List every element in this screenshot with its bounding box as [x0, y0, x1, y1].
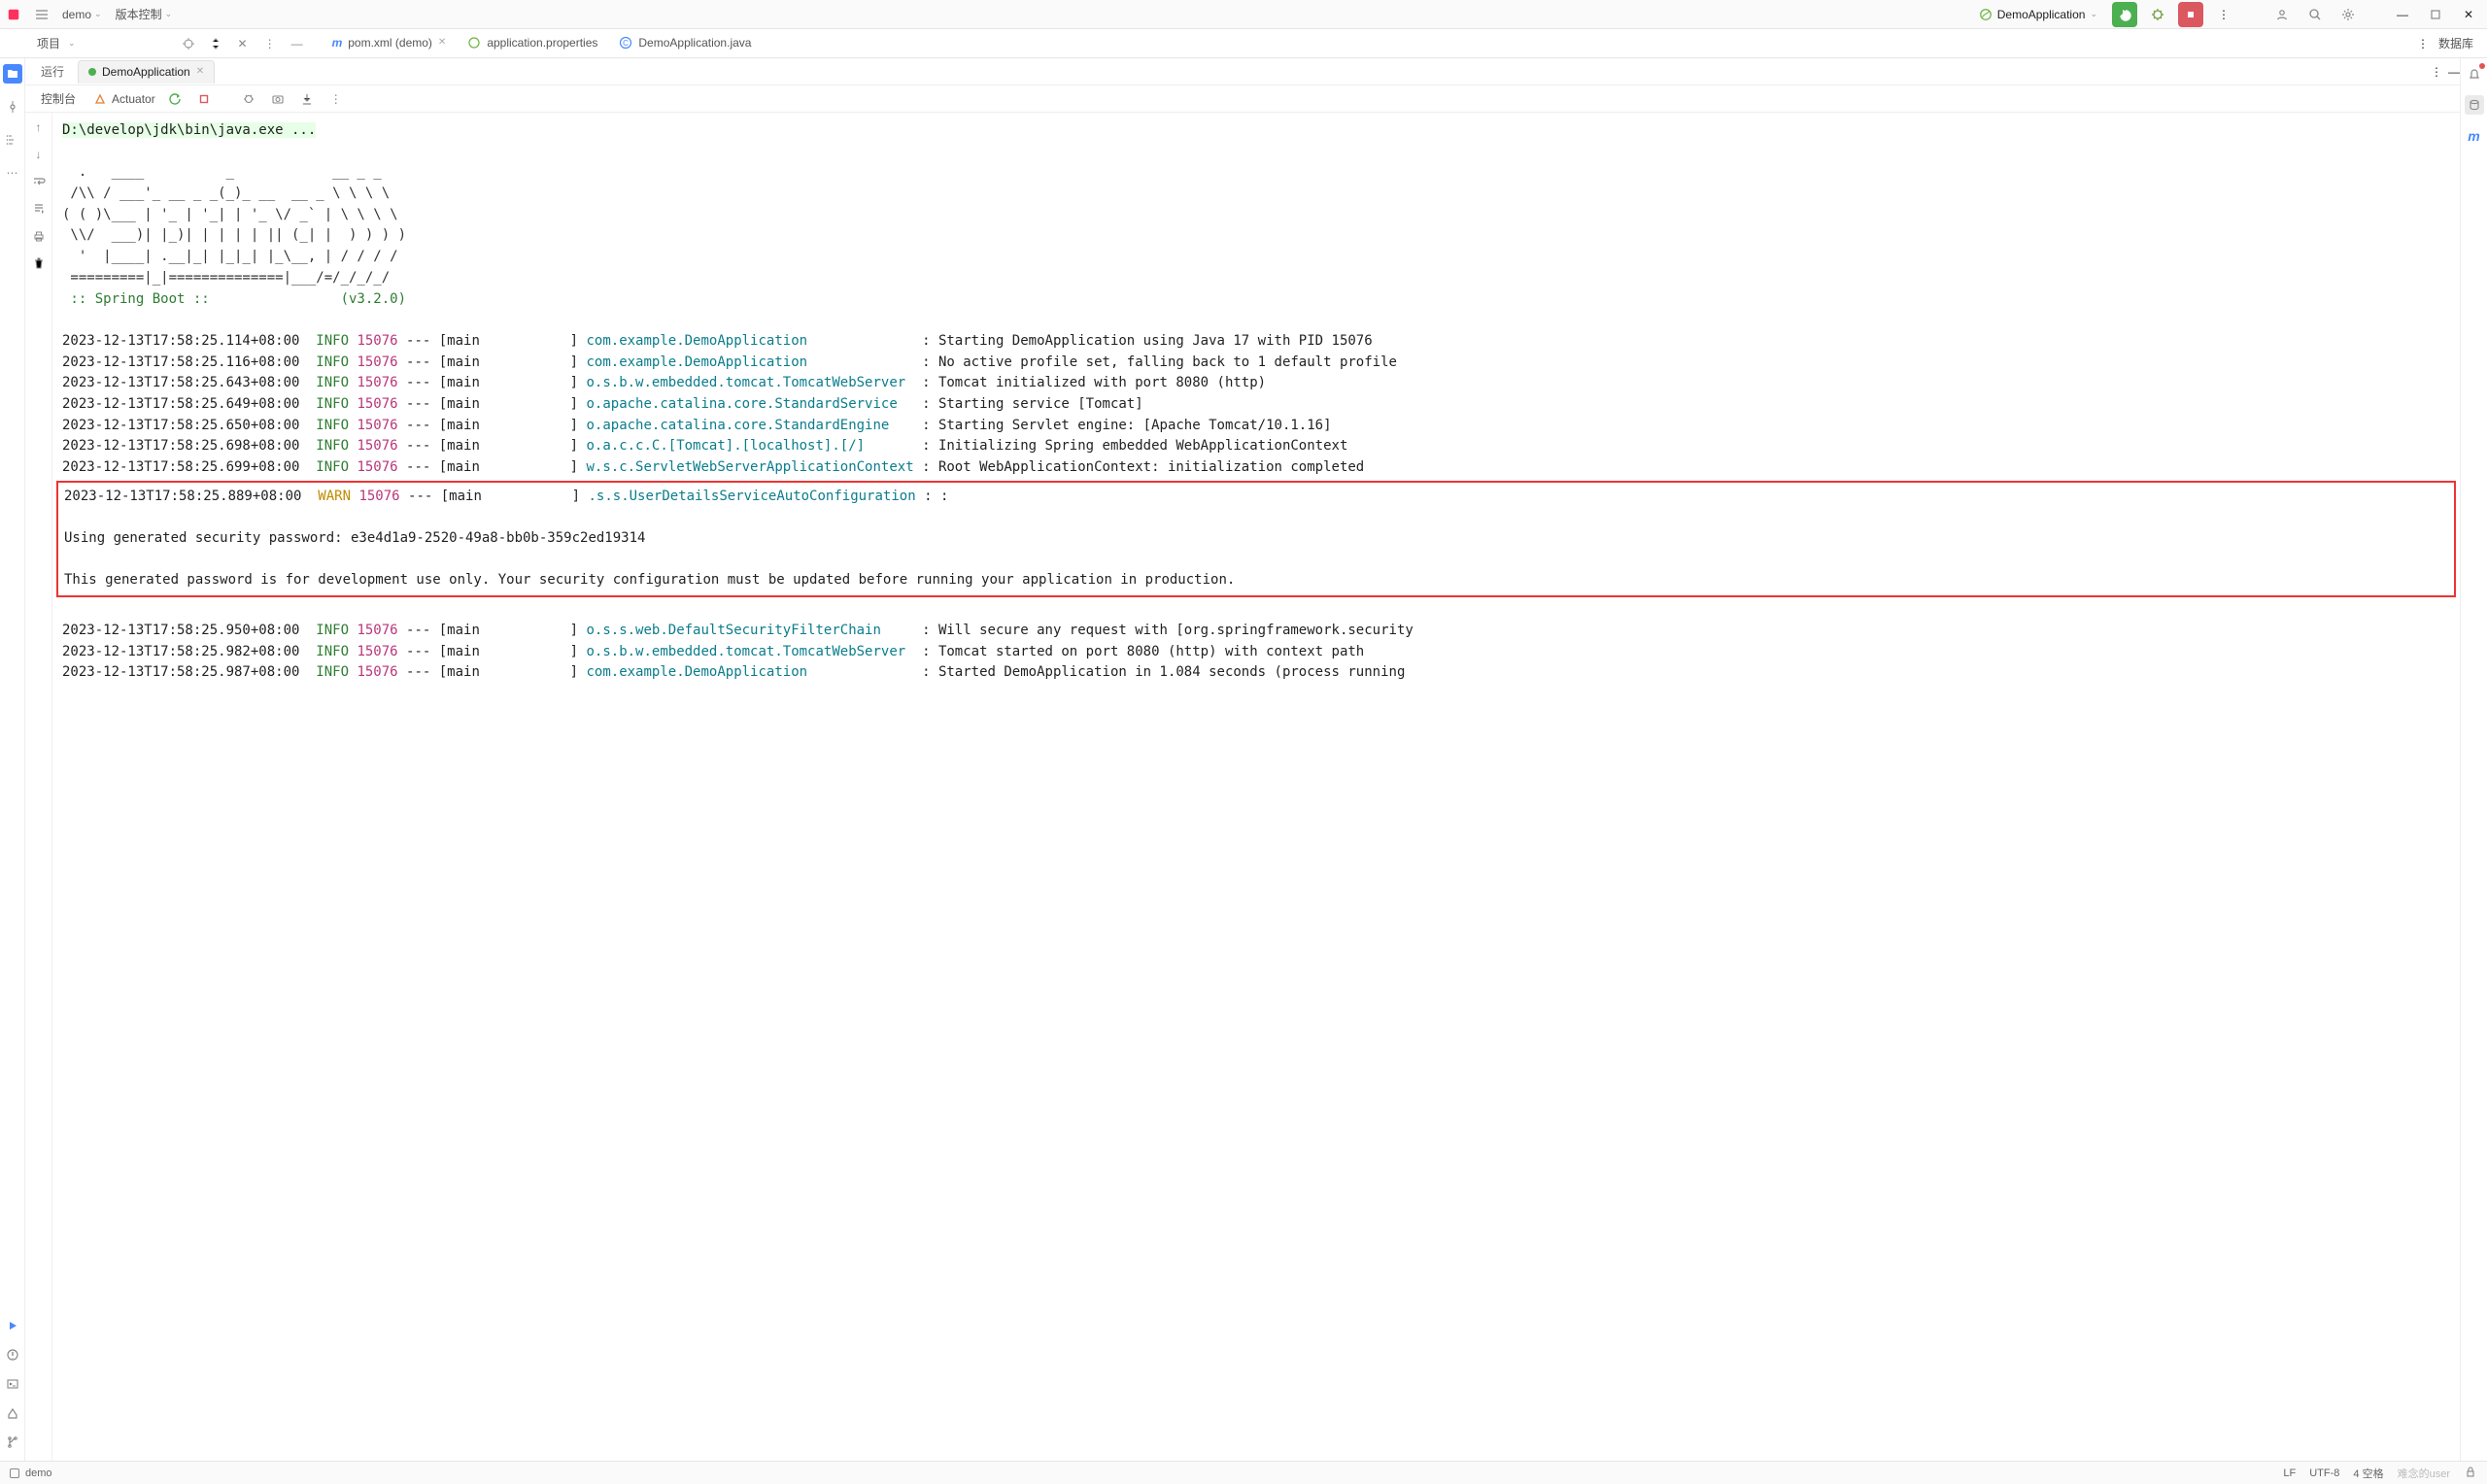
console-side-actions: ↑ ↓ — [25, 113, 52, 1461]
locate-icon[interactable] — [179, 34, 198, 53]
console-tab[interactable]: 控制台 — [33, 86, 84, 111]
tab-pom[interactable]: m pom.xml (demo) ✕ — [323, 31, 457, 56]
run-tool-icon[interactable] — [4, 1317, 21, 1334]
more-tools-icon[interactable]: ⋯ — [3, 163, 22, 183]
tab-label: application.properties — [487, 36, 597, 50]
build-icon[interactable] — [4, 1404, 21, 1422]
commit-icon[interactable] — [3, 97, 22, 117]
settings-icon[interactable] — [2335, 2, 2361, 27]
app-logo-icon — [6, 7, 21, 22]
right-gutter: m — [2460, 58, 2487, 1461]
close-icon[interactable]: ✕ — [196, 66, 204, 77]
snapshot-icon[interactable] — [268, 89, 288, 109]
chevron-down-icon: ⌄ — [165, 9, 173, 19]
run-config-selector[interactable]: DemoApplication ⌄ — [1972, 5, 2104, 24]
status-indent[interactable]: 4 空格 — [2353, 1466, 2383, 1481]
status-charset[interactable]: UTF-8 — [2309, 1467, 2339, 1479]
git-icon[interactable] — [4, 1433, 21, 1451]
close-icon[interactable]: ✕ — [438, 37, 446, 48]
actuator-icon — [93, 92, 107, 106]
maven-icon: m — [332, 36, 343, 50]
expand-all-icon[interactable] — [206, 34, 225, 53]
left-gutter: ⋯ — [0, 58, 25, 1461]
java-class-icon: C — [619, 36, 632, 50]
tab-application-properties[interactable]: application.properties — [458, 31, 607, 56]
minimize-panel-icon[interactable]: — — [288, 34, 307, 53]
project-tool-icon[interactable] — [3, 64, 22, 84]
database-tool-icon[interactable] — [2465, 95, 2484, 115]
chevron-down-icon: ⌄ — [94, 9, 102, 19]
more-icon[interactable]: ⋮ — [2417, 37, 2429, 51]
nav-row: 项目 ⌄ ✕ ⋮ — m pom.xml (demo) ✕ applicatio… — [0, 29, 2487, 58]
search-icon[interactable] — [2302, 2, 2328, 27]
console-output[interactable]: D:\develop\jdk\bin\java.exe ... . ____ _… — [52, 113, 2460, 1461]
debug-log-icon[interactable] — [239, 89, 258, 109]
structure-icon[interactable] — [3, 130, 22, 150]
chevron-down-icon: ⌄ — [2090, 9, 2097, 19]
debug-button[interactable] — [2145, 2, 2170, 27]
vcs-selector[interactable]: 版本控制⌄ — [116, 6, 173, 22]
notifications-icon[interactable] — [2465, 64, 2484, 84]
project-label[interactable]: 项目 — [37, 35, 60, 51]
titlebar: demo⌄ 版本控制⌄ DemoApplication ⌄ ⋮ — ✕ — [0, 0, 2487, 29]
readonly-lock-icon[interactable] — [2464, 1465, 2477, 1481]
status-line-ending[interactable]: LF — [2283, 1467, 2296, 1479]
tab-label: DemoApplication.java — [638, 36, 751, 50]
close-icon[interactable]: ✕ — [2456, 2, 2481, 27]
svg-text:C: C — [624, 39, 630, 48]
status-indicator-icon[interactable] — [10, 1468, 19, 1478]
maven-tool-icon[interactable]: m — [2465, 126, 2484, 146]
tab-demoapplication[interactable]: C DemoApplication.java — [609, 31, 761, 56]
project-selector[interactable]: demo⌄ — [62, 8, 102, 21]
bottom-left-tools — [0, 1309, 25, 1459]
scroll-to-end-icon[interactable] — [30, 200, 48, 218]
more-icon[interactable]: ⋮ — [2431, 65, 2442, 79]
chevron-down-icon: ⌄ — [68, 38, 76, 49]
statusbar: demo LF UTF-8 4 空格 难念的user — [0, 1461, 2487, 1484]
more-actions-icon[interactable]: ⋮ — [2211, 2, 2236, 27]
rerun-icon[interactable] — [165, 89, 185, 109]
run-config-label: DemoApplication — [1997, 8, 2086, 21]
run-window-label: 运行 — [33, 63, 72, 80]
terminal-icon[interactable] — [4, 1375, 21, 1393]
status-project: demo — [25, 1467, 52, 1479]
close-panel-icon[interactable]: ✕ — [233, 34, 253, 53]
hamburger-icon[interactable] — [35, 8, 49, 21]
account-icon[interactable] — [2269, 2, 2295, 27]
scroll-down-icon[interactable]: ↓ — [30, 146, 48, 163]
console-controls: 控制台 Actuator ⋮ — [25, 85, 2460, 113]
body: ⋯ 运行 DemoApplication ✕ ⋮ — 控制台 Act — [0, 58, 2487, 1461]
actuator-tab[interactable]: Actuator — [93, 92, 155, 106]
stop-console-icon[interactable] — [194, 89, 214, 109]
main: 运行 DemoApplication ✕ ⋮ — 控制台 Actuator — [25, 58, 2460, 1461]
spring-leaf-icon — [1979, 8, 1993, 21]
actuator-label: Actuator — [112, 92, 155, 106]
more-icon[interactable]: ⋮ — [260, 34, 280, 53]
soft-wrap-icon[interactable] — [30, 173, 48, 190]
run-tabs: 运行 DemoApplication ✕ ⋮ — — [25, 58, 2460, 85]
maximize-icon[interactable] — [2423, 2, 2448, 27]
minimize-panel-icon[interactable]: — — [2448, 65, 2460, 79]
project-name: demo — [62, 8, 91, 21]
export-icon[interactable] — [297, 89, 317, 109]
editor-tabs: m pom.xml (demo) ✕ application.propertie… — [323, 31, 762, 56]
run-button[interactable] — [2112, 2, 2137, 27]
run-tab-demoapplication[interactable]: DemoApplication ✕ — [78, 60, 215, 84]
app-root: demo⌄ 版本控制⌄ DemoApplication ⌄ ⋮ — ✕ — [0, 0, 2487, 1484]
more-icon[interactable]: ⋮ — [326, 89, 346, 109]
database-label[interactable]: 数据库 — [2438, 35, 2473, 51]
stop-button[interactable] — [2178, 2, 2203, 27]
minimize-icon[interactable]: — — [2390, 2, 2415, 27]
tab-label: pom.xml (demo) — [348, 36, 432, 50]
scroll-up-icon[interactable]: ↑ — [30, 118, 48, 136]
problems-icon[interactable] — [4, 1346, 21, 1364]
run-tab-label: DemoApplication — [102, 65, 190, 79]
clear-icon[interactable] — [30, 254, 48, 272]
spring-icon — [467, 36, 481, 50]
print-icon[interactable] — [30, 227, 48, 245]
running-dot-icon — [88, 68, 96, 76]
status-watermark: 难念的user — [2398, 1466, 2450, 1481]
vcs-label: 版本控制 — [116, 6, 162, 22]
